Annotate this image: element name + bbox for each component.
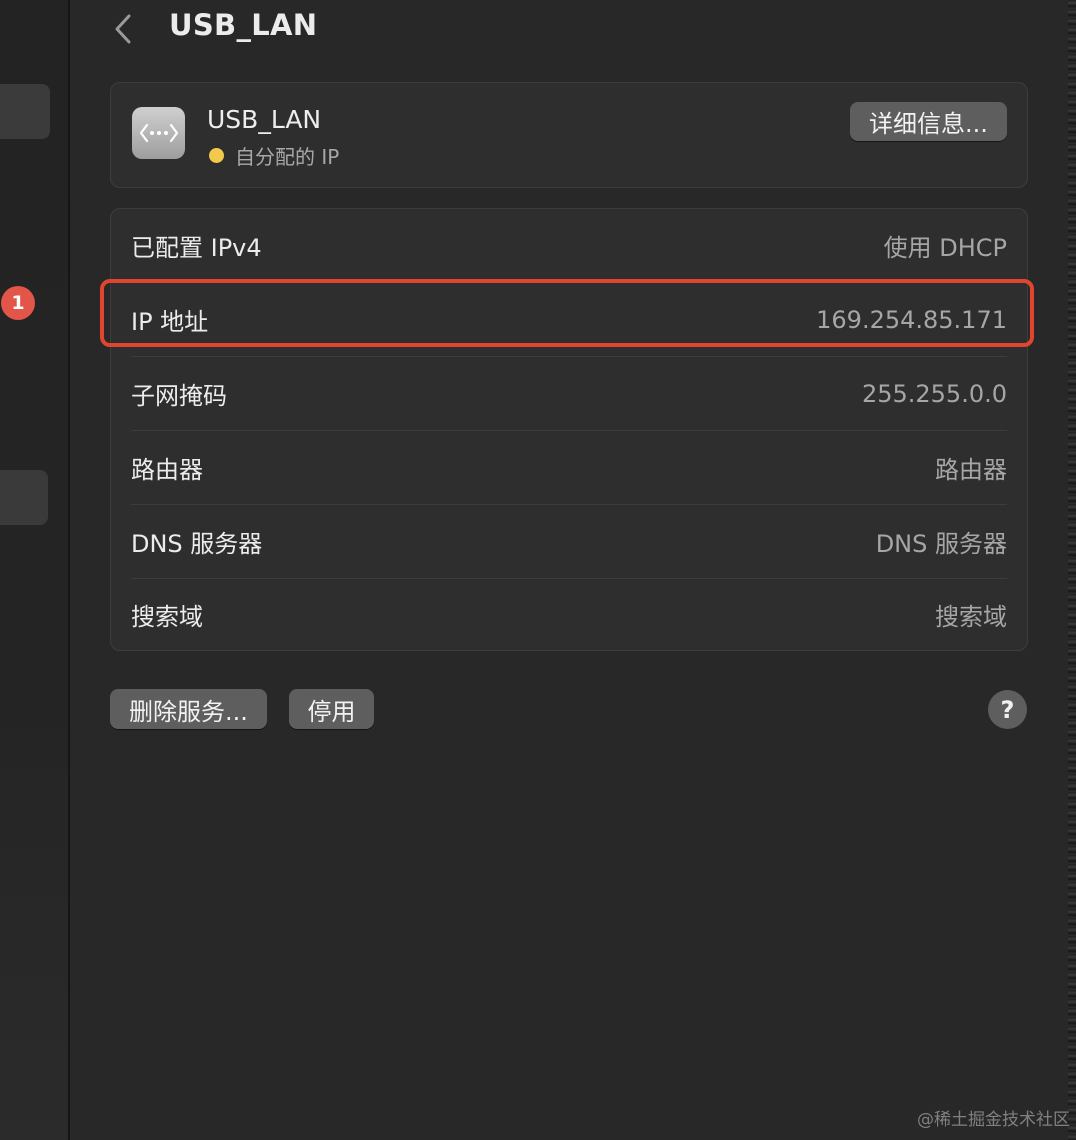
disable-button[interactable]: 停用: [289, 689, 374, 729]
notification-badge: 1: [1, 286, 35, 320]
sidebar-item-selected[interactable]: [0, 470, 48, 525]
detail-row-dns: DNS 服务器 DNS 服务器: [131, 505, 1007, 578]
back-button[interactable]: [106, 10, 140, 48]
window-edge: [1068, 0, 1076, 1140]
details-button[interactable]: 详细信息...: [850, 102, 1007, 141]
network-ellipsis-icon: [132, 107, 185, 159]
chevron-left-icon: [115, 14, 131, 44]
row-value: 路由器: [935, 456, 1007, 484]
details-card: 已配置 IPv4 使用 DHCP IP 地址 169.254.85.171 子网…: [110, 208, 1028, 651]
help-button[interactable]: ?: [988, 690, 1027, 729]
row-label: 路由器: [131, 456, 203, 484]
row-value: 使用 DHCP: [883, 234, 1007, 262]
row-label: DNS 服务器: [131, 530, 263, 558]
status-dot-icon: [209, 148, 224, 163]
service-status: 自分配的 IP: [207, 141, 339, 170]
status-text: 自分配的 IP: [235, 145, 340, 169]
sidebar-item[interactable]: [0, 84, 50, 139]
row-label: 已配置 IPv4: [131, 234, 262, 262]
service-name: USB_LAN: [207, 105, 322, 134]
detail-row-router: 路由器 路由器: [131, 431, 1007, 504]
detail-row-subnet-mask: 子网掩码 255.255.0.0: [131, 357, 1007, 430]
page-title: USB_LAN: [169, 8, 318, 42]
row-label: 搜索域: [131, 603, 203, 631]
delete-service-button[interactable]: 删除服务...: [110, 689, 267, 729]
sidebar: 1: [0, 0, 70, 1140]
highlight-box: [100, 279, 1034, 347]
detail-row-search-domain: 搜索域 搜索域: [131, 578, 1007, 651]
row-value: 255.255.0.0: [861, 379, 1007, 408]
network-settings-window: 1 USB_LAN USB_LAN 自分配的 IP 详细信息... 已配置 IP…: [0, 0, 1076, 1140]
watermark: @稀土掘金技术社区: [917, 1110, 1070, 1130]
row-value: 搜索域: [935, 603, 1007, 631]
detail-row-ipv4-config: 已配置 IPv4 使用 DHCP: [131, 209, 1007, 282]
service-card: USB_LAN 自分配的 IP 详细信息...: [110, 82, 1028, 188]
row-value: DNS 服务器: [875, 530, 1007, 558]
row-label: 子网掩码: [131, 382, 227, 410]
